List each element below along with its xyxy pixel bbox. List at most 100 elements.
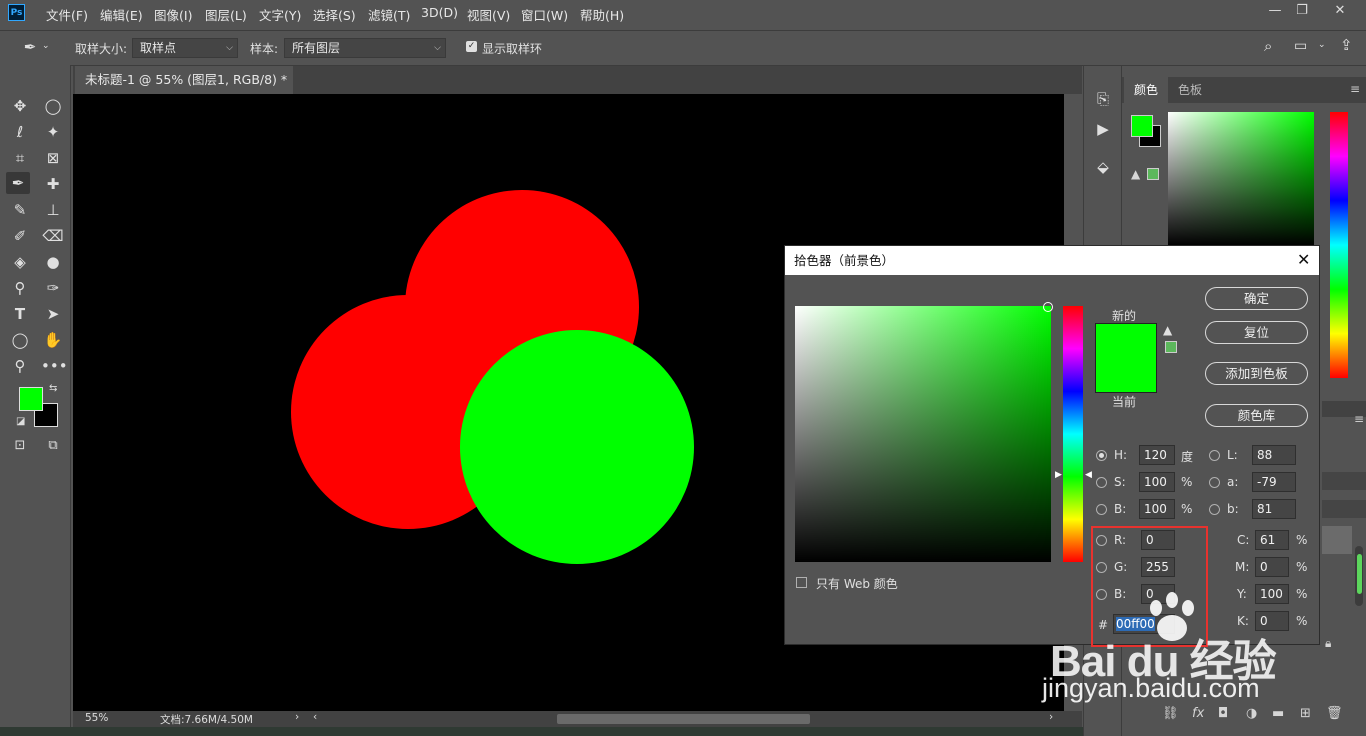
blur-tool-icon[interactable]: ● [41,251,65,273]
zoom-level[interactable]: 55% [85,712,108,724]
adjustment-icon[interactable]: ◑ [1246,706,1257,721]
close-icon[interactable]: ✕ [1330,3,1350,21]
b-input[interactable]: 100 [1139,499,1175,519]
panel-foreground-swatch[interactable] [1131,115,1153,137]
tab-color[interactable]: 颜色 [1124,77,1168,103]
tab-swatches[interactable]: 色板 [1168,77,1212,103]
sample-select[interactable]: 所有图层 ⌵ [284,38,446,58]
folder-icon[interactable]: ▬ [1272,706,1284,721]
color-picker-cursor[interactable] [1043,302,1053,312]
h-radio[interactable] [1096,450,1107,461]
screen-mode-icon[interactable]: ⧉ [41,435,65,457]
horizontal-scrollbar-thumb[interactable] [557,714,810,724]
paint-bucket-icon[interactable]: ◈ [8,251,32,273]
layers-menu-icon[interactable]: ≡ [1354,412,1364,426]
reset-button[interactable]: 复位 [1205,321,1308,344]
saturation-brightness-field[interactable] [795,306,1051,562]
l-radio[interactable] [1209,450,1220,461]
move-tool-icon[interactable]: ✥ [8,95,32,117]
share-icon[interactable]: ⇪ [1340,36,1353,54]
foreground-color-swatch[interactable] [19,387,43,411]
menu-3d[interactable]: 3D(D) [421,5,458,20]
add-to-swatches-button[interactable]: 添加到色板 [1205,362,1308,385]
c-input[interactable]: 61 [1255,530,1289,550]
frame-tool-icon[interactable]: ⊠ [41,147,65,169]
scroll-right-icon[interactable]: › [1049,711,1053,723]
fill-stub[interactable] [1322,500,1366,518]
gamut-warning-icon[interactable]: ▲ [1163,323,1172,337]
restore-icon[interactable]: ❐ [1292,3,1312,21]
gamut-swatch[interactable] [1147,168,1159,180]
play-actions-icon[interactable]: ▶ [1091,118,1115,140]
dodge-tool-icon[interactable]: ⚲ [8,277,32,299]
stamp-tool-icon[interactable]: ⊥ [41,199,65,221]
minimize-icon[interactable]: — [1265,3,1285,21]
menu-window[interactable]: 窗口(W) [521,5,568,24]
eyedropper-tool-icon[interactable]: ✒ [6,172,30,194]
3d-icon[interactable]: ⬙ [1091,156,1115,178]
chevron-down-icon[interactable]: ⌄ [1318,40,1326,50]
lab-b-input[interactable]: 81 [1252,499,1296,519]
b-radio[interactable] [1096,504,1107,515]
hand-tool-icon[interactable]: ✋ [41,329,65,351]
menu-select[interactable]: 选择(S) [313,5,356,24]
dialog-close-icon[interactable]: ✕ [1297,250,1310,269]
a-radio[interactable] [1209,477,1220,488]
show-ring-checkbox[interactable]: ✓ [466,41,477,52]
layers-scroll-thumb[interactable] [1357,554,1362,594]
color-libraries-button[interactable]: 颜色库 [1205,404,1308,427]
quick-mask-icon[interactable]: ⊡ [8,435,32,457]
more-tools-icon[interactable]: ••• [41,355,68,377]
menu-image[interactable]: 图像(I) [154,5,192,24]
panel-menu-icon[interactable]: ≡ [1350,82,1360,96]
hue-slider-right-arrow[interactable]: ◀ [1085,470,1092,480]
s-input[interactable]: 100 [1139,472,1175,492]
default-colors-icon[interactable]: ◪ [16,416,25,427]
chevron-right-icon[interactable]: › [295,711,299,723]
l-input[interactable]: 88 [1252,445,1296,465]
hue-slider[interactable] [1063,306,1083,562]
trash-icon[interactable]: 🗑︎ [1326,706,1343,721]
lab-b-radio[interactable] [1209,504,1220,515]
chevron-down-icon[interactable]: ⌄ [42,41,50,51]
m-input[interactable]: 0 [1255,557,1289,577]
shape-tool-icon[interactable]: ◯ [8,329,32,351]
in-gamut-swatch[interactable] [1165,341,1177,353]
menu-view[interactable]: 视图(V) [467,5,510,24]
history-icon[interactable]: ⎘ [1091,88,1115,110]
marquee-tool-icon[interactable]: ◯ [41,95,65,117]
scroll-left-icon[interactable]: ‹ [313,711,317,723]
pen-tool-icon[interactable]: ✑ [41,277,65,299]
sample-size-select[interactable]: 取样点 ⌵ [132,38,238,58]
new-layer-icon[interactable]: ⊞ [1300,706,1311,721]
panel-hue-slider[interactable] [1330,112,1348,378]
s-radio[interactable] [1096,477,1107,488]
path-selection-icon[interactable]: ➤ [41,303,65,325]
mask-icon[interactable]: ◘ [1218,706,1228,721]
web-only-checkbox[interactable] [796,577,807,588]
lasso-tool-icon[interactable]: ℓ [8,121,32,143]
hue-slider-left-arrow[interactable]: ▶ [1055,470,1062,480]
history-brush-icon[interactable]: ✐ [8,225,32,247]
menu-edit[interactable]: 编辑(E) [100,5,143,24]
magic-wand-icon[interactable]: ✦ [41,121,65,143]
document-tab[interactable]: 未标题-1 @ 55% (图层1, RGB/8) * × [75,66,293,115]
opacity-stub[interactable] [1322,472,1366,490]
search-icon[interactable]: ⌕ [1264,37,1272,55]
crop-tool-icon[interactable]: ⌗ [8,147,32,169]
panel-color-field[interactable] [1168,112,1314,246]
a-input[interactable]: -79 [1252,472,1296,492]
fx-icon[interactable]: fx [1192,706,1204,721]
menu-type[interactable]: 文字(Y) [259,5,301,24]
menu-layer[interactable]: 图层(L) [205,5,247,24]
swap-colors-icon[interactable]: ⇆ [49,383,57,394]
h-input[interactable]: 120 [1139,445,1175,465]
zoom-tool-icon[interactable]: ⚲ [8,355,32,377]
brush-tool-icon[interactable]: ✎ [8,199,32,221]
menu-filter[interactable]: 滤镜(T) [368,5,410,24]
layer-row-selected[interactable] [1322,526,1352,554]
eyedropper-icon[interactable]: ✒ [18,36,42,58]
menu-file[interactable]: 文件(F) [46,5,88,24]
workspace-icon[interactable]: ▭ [1294,38,1307,54]
menu-help[interactable]: 帮助(H) [580,5,624,24]
